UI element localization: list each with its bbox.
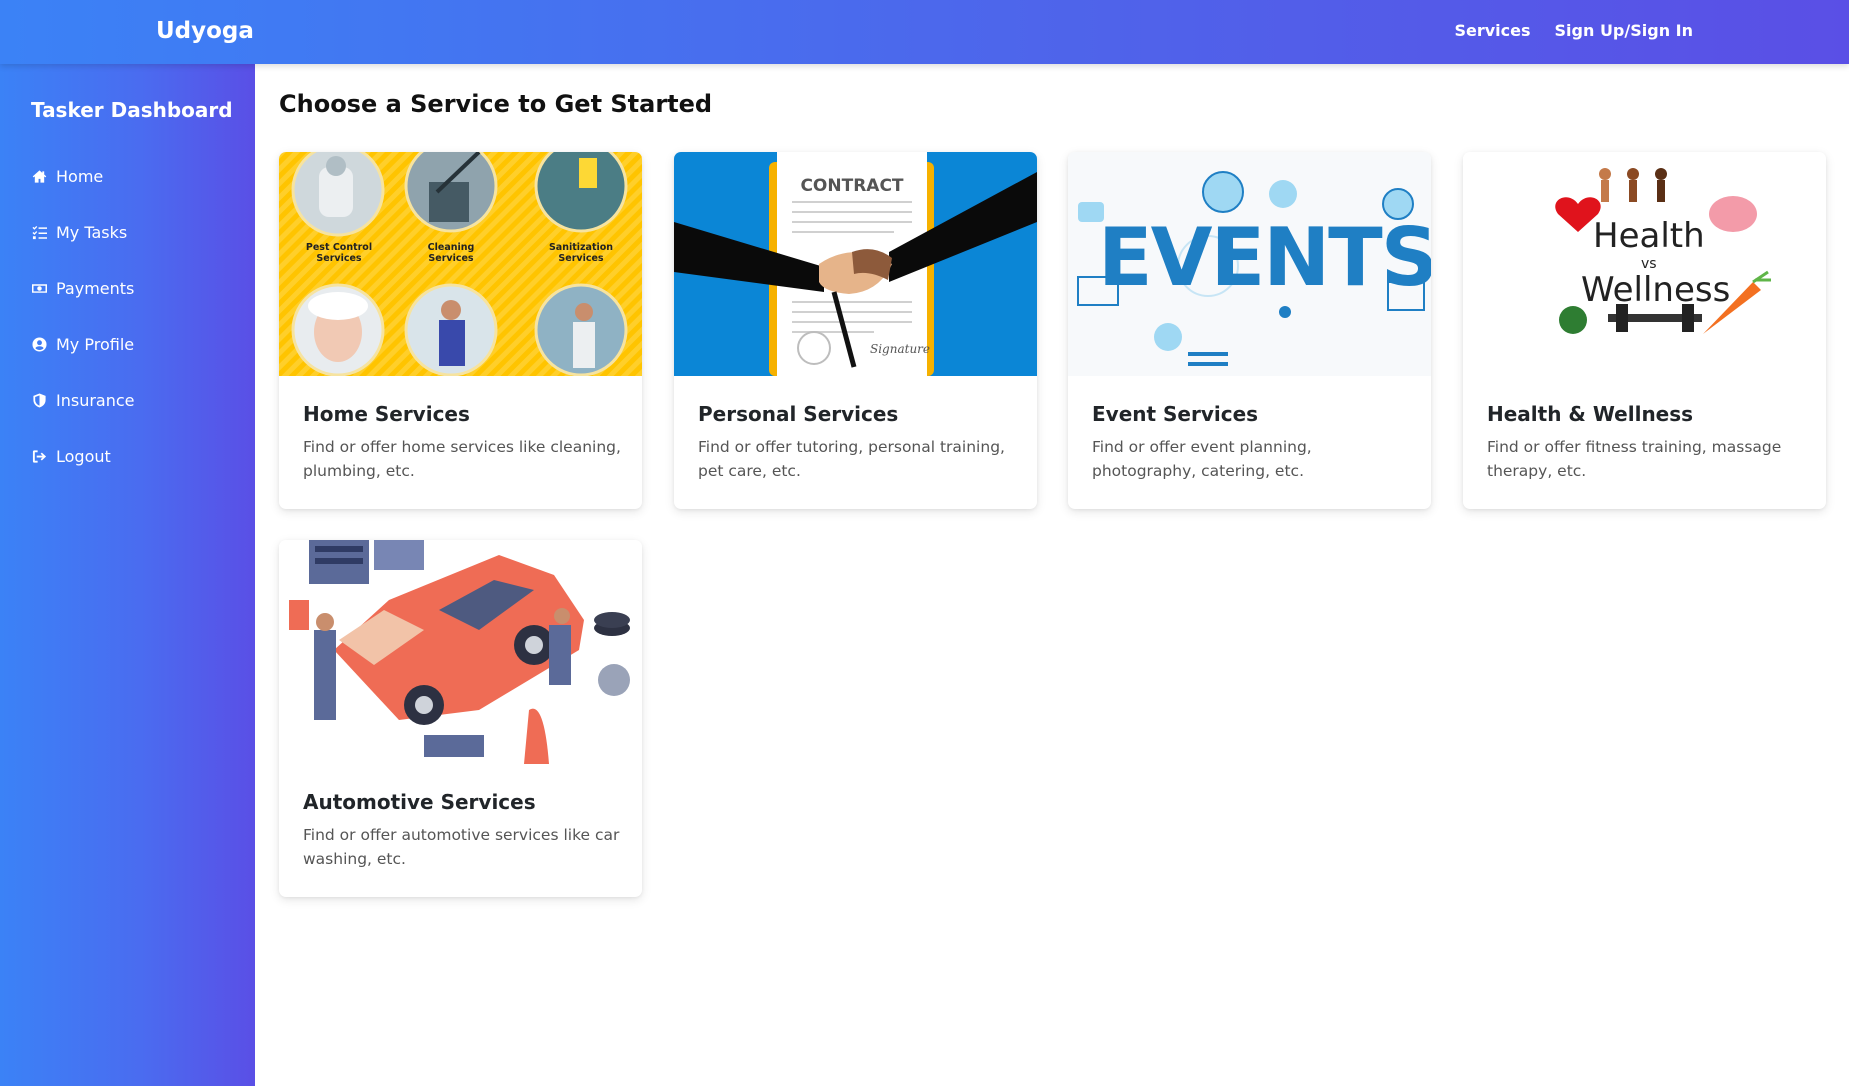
sidebar-item-logout[interactable]: Logout [31,444,111,468]
home-services-image: Pest Control Services Cleaning Services … [279,152,642,376]
main-content: Choose a Service to Get Started Pest Con… [255,64,1849,1086]
nav-signup-signin-link[interactable]: Sign Up/Sign In [1555,21,1693,40]
card-description: Find or offer tutoring, personal trainin… [698,438,1005,480]
service-card-personal[interactable]: CONTRACT Signature Personal Services Fin… [674,152,1037,509]
sidebar-item-payments[interactable]: Payments [31,276,134,300]
card-description: Find or offer home services like cleanin… [303,438,621,480]
card-title: Personal Services [698,402,899,426]
money-icon [31,280,47,296]
home-icon [31,168,47,184]
event-services-image: EVENTS [1068,152,1431,376]
sidebar-item-label: My Tasks [56,222,128,242]
service-card-event[interactable]: EVENTS Event Services Find or offer even… [1068,152,1431,509]
service-card-home[interactable]: Pest Control Services Cleaning Services … [279,152,642,509]
card-title: Automotive Services [303,790,536,814]
nav-services-link[interactable]: Services [1454,21,1530,40]
brand-logo[interactable]: Udyoga [156,18,254,44]
card-title: Health & Wellness [1487,402,1694,426]
page-title: Choose a Service to Get Started [279,90,713,118]
wellness-word: Wellness [1581,270,1731,310]
top-navbar: Udyoga Services Sign Up/Sign In [0,0,1849,64]
logout-icon [31,448,47,464]
card-description: Find or offer automotive services like c… [303,826,620,868]
contract-heading: CONTRACT [800,176,904,196]
sidebar-title: Tasker Dashboard [31,98,233,122]
automotive-services-image [279,540,642,764]
service-card-health[interactable]: Health vs Wellness Health & Wellness Fin… [1463,152,1826,509]
card-description: Find or offer event planning, photograph… [1092,438,1312,480]
health-wellness-image: Health vs Wellness [1463,152,1826,376]
health-word: Health [1593,216,1705,256]
pest-control-label: Pest Control Services [305,242,373,264]
top-nav: Services Sign Up/Sign In [1454,21,1693,40]
sidebar-item-my-tasks[interactable]: My Tasks [31,220,127,244]
sidebar-item-home[interactable]: Home [31,164,103,188]
events-word: EVENTS [1098,211,1431,304]
tasks-icon [31,224,47,240]
card-title: Home Services [303,402,470,426]
card-title: Event Services [1092,402,1259,426]
signature-label: Signature [870,342,931,356]
sidebar-item-label: My Profile [56,334,135,354]
cleaning-label: Cleaning Services [427,242,475,264]
sidebar-item-label: Payments [56,278,135,298]
shield-icon [31,392,47,408]
sidebar: Tasker Dashboard Home My Tasks Payments … [0,64,255,1086]
personal-services-image: CONTRACT Signature [674,152,1037,376]
service-card-automotive[interactable]: Automotive Services Find or offer automo… [279,540,642,897]
user-circle-icon [31,336,47,352]
sidebar-item-label: Logout [56,446,111,466]
sanitization-label: Sanitization Services [548,242,614,264]
sidebar-item-insurance[interactable]: Insurance [31,388,135,412]
sidebar-item-my-profile[interactable]: My Profile [31,332,134,356]
sidebar-item-label: Insurance [56,390,135,410]
card-description: Find or offer fitness training, massage … [1487,438,1782,480]
sidebar-item-label: Home [56,166,104,186]
